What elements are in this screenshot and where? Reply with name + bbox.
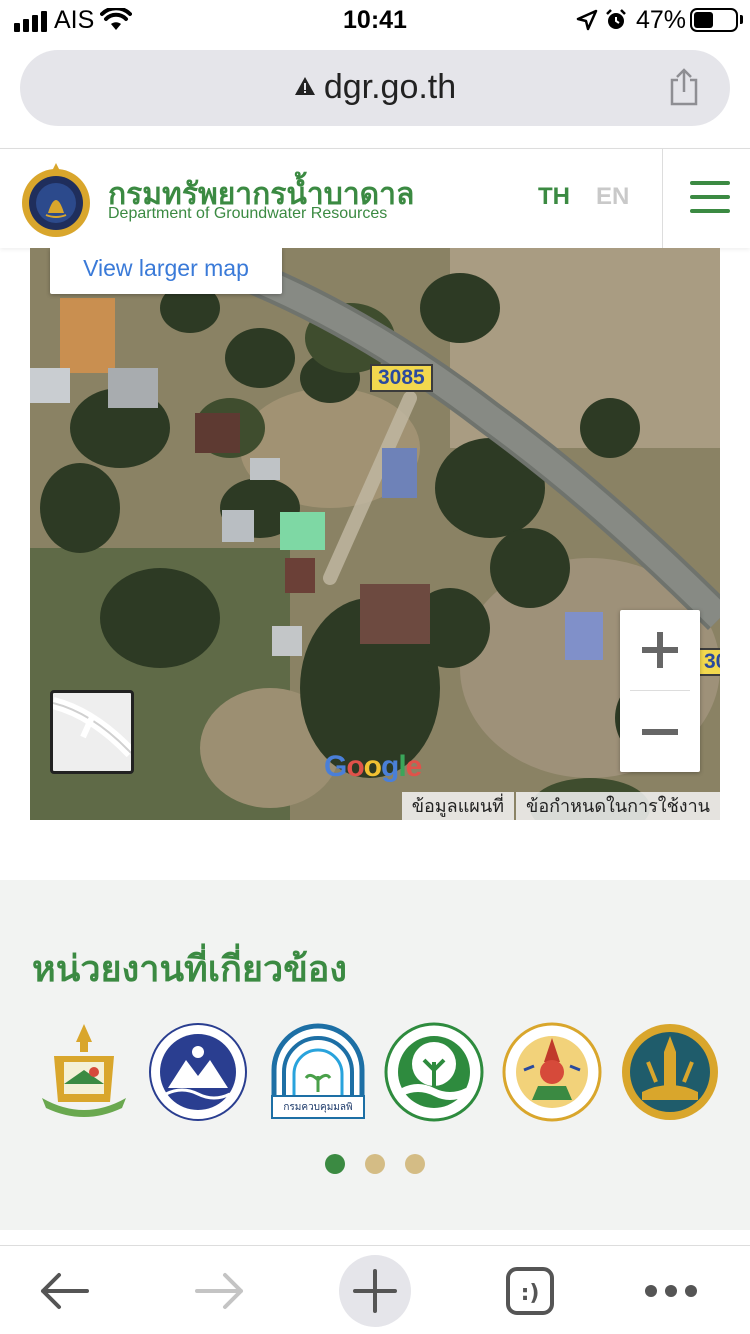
related-agencies-section: หน่วยงานที่เกี่ยวข้อง กรมควบคุมมลพิ bbox=[0, 880, 750, 1230]
site-header: กรมทรัพยากรน้ำบาดาล Department of Ground… bbox=[0, 148, 750, 249]
url-display[interactable]: dgr.go.th bbox=[20, 68, 730, 107]
partner-logo-text: กรมควบคุมมลพิ bbox=[283, 1102, 352, 1113]
terms-of-use-link[interactable]: ข้อกำหนดในการใช้งาน bbox=[516, 792, 720, 820]
road-number-label-partial: 30 bbox=[698, 648, 720, 676]
google-logo: Google bbox=[324, 750, 422, 783]
location-icon bbox=[576, 9, 598, 31]
hamburger-icon[interactable] bbox=[690, 181, 730, 223]
tabs-icon: :) bbox=[506, 1266, 554, 1315]
map-attribution: ข้อมูลแผนที่ ข้อกำหนดในการใช้งาน bbox=[400, 792, 720, 820]
tabs-button[interactable]: :) bbox=[500, 1246, 560, 1334]
forward-arrow-icon bbox=[195, 1272, 243, 1309]
address-bar[interactable]: dgr.go.th bbox=[20, 50, 730, 126]
site-title-english[interactable]: Department of Groundwater Resources bbox=[108, 205, 387, 223]
more-dots-icon bbox=[645, 1284, 697, 1297]
dgr-logo[interactable] bbox=[20, 157, 92, 239]
header-divider bbox=[662, 149, 663, 249]
status-bar: AIS 10:41 47% bbox=[0, 0, 750, 40]
map-data-link[interactable]: ข้อมูลแผนที่ bbox=[401, 792, 515, 820]
back-button[interactable] bbox=[30, 1246, 100, 1334]
national-parks-dept-logo[interactable] bbox=[502, 1022, 602, 1122]
provincial-emblem-logo[interactable] bbox=[34, 1022, 134, 1122]
page: AIS 10:41 47% dgr.go.th กรมทรัพยากรน้ำบา… bbox=[0, 0, 750, 1334]
related-agencies-title: หน่วยงานที่เกี่ยวข้อง bbox=[32, 948, 347, 989]
carousel-dot-1[interactable] bbox=[325, 1154, 345, 1174]
new-tab-button[interactable] bbox=[338, 1246, 412, 1334]
water-resources-dept-logo[interactable] bbox=[148, 1022, 248, 1122]
carousel-pagination bbox=[0, 1154, 750, 1174]
royal-forest-dept-logo[interactable] bbox=[620, 1022, 720, 1122]
battery-nub bbox=[740, 15, 743, 24]
environmental-quality-dept-logo[interactable] bbox=[384, 1022, 484, 1122]
forward-button[interactable] bbox=[184, 1246, 254, 1334]
zoom-out-icon[interactable] bbox=[620, 692, 700, 772]
warning-icon bbox=[294, 77, 315, 96]
tabs-label: :) bbox=[521, 1281, 540, 1306]
street-view-thumbnail[interactable] bbox=[50, 690, 134, 774]
view-larger-map-link[interactable]: View larger map bbox=[50, 248, 282, 294]
zoom-controls bbox=[620, 610, 700, 772]
zoom-separator bbox=[630, 690, 690, 691]
battery-fill bbox=[694, 12, 713, 28]
url-text: dgr.go.th bbox=[323, 68, 457, 106]
pollution-control-dept-logo[interactable]: กรมควบคุมมลพิ bbox=[268, 1022, 368, 1122]
alarm-icon bbox=[606, 9, 626, 29]
battery-percent: 47% bbox=[636, 6, 687, 34]
road-number-label: 3085 bbox=[370, 364, 433, 392]
browser-toolbar: :) bbox=[0, 1245, 750, 1334]
carousel-dot-2[interactable] bbox=[365, 1154, 385, 1174]
embedded-map[interactable]: View larger map 3085 30 Google ข้อมูลแผน… bbox=[30, 248, 720, 820]
share-icon[interactable] bbox=[668, 68, 700, 106]
language-thai[interactable]: TH bbox=[538, 183, 570, 211]
carousel-dot-3[interactable] bbox=[405, 1154, 425, 1174]
new-tab-plus-icon bbox=[339, 1254, 411, 1327]
battery-icon bbox=[690, 8, 738, 32]
language-english[interactable]: EN bbox=[596, 183, 629, 211]
back-arrow-icon bbox=[41, 1272, 89, 1309]
zoom-in-icon[interactable] bbox=[620, 610, 700, 690]
map-thumbnail-road-icon bbox=[53, 697, 131, 758]
more-button[interactable] bbox=[636, 1246, 706, 1334]
